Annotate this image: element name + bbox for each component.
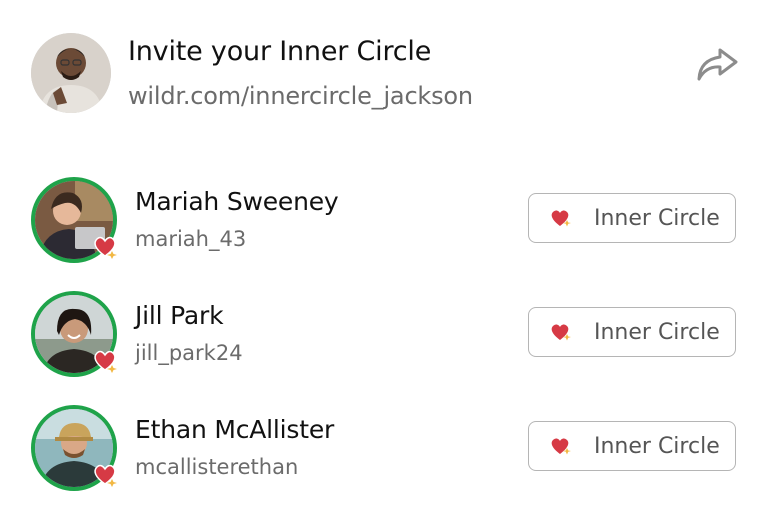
invite-title: Invite your Inner Circle bbox=[128, 36, 432, 67]
heart-sparkle-icon bbox=[551, 210, 571, 227]
member-name: Jill Park bbox=[135, 301, 224, 330]
share-button[interactable] bbox=[692, 42, 742, 86]
member-handle: mcallisterethan bbox=[135, 455, 299, 479]
inner-circle-button[interactable]: Inner Circle bbox=[528, 421, 736, 471]
member-name: Mariah Sweeney bbox=[135, 187, 339, 216]
inner-circle-label: Inner Circle bbox=[594, 319, 720, 345]
heart-sparkle-icon bbox=[551, 438, 571, 455]
member-handle: jill_park24 bbox=[135, 341, 243, 365]
list-item: Ethan McAllister mcallisterethan Inner C… bbox=[0, 405, 780, 505]
heart-sparkle-icon bbox=[551, 324, 571, 341]
invite-header: Invite your Inner Circle wildr.com/inner… bbox=[0, 0, 780, 150]
member-name: Ethan McAllister bbox=[135, 415, 335, 444]
member-avatar-wrap bbox=[31, 177, 117, 263]
member-avatar-wrap bbox=[31, 291, 117, 377]
heart-sparkle-icon bbox=[94, 464, 117, 487]
invite-link[interactable]: wildr.com/innercircle_jackson bbox=[128, 82, 473, 110]
list-item: Mariah Sweeney mariah_43 Inner Circle bbox=[0, 177, 780, 277]
inner-circle-label: Inner Circle bbox=[594, 433, 720, 459]
inner-circle-label: Inner Circle bbox=[594, 205, 720, 231]
list-item: Jill Park jill_park24 Inner Circle bbox=[0, 291, 780, 391]
member-handle: mariah_43 bbox=[135, 227, 247, 251]
inner-circle-button[interactable]: Inner Circle bbox=[528, 307, 736, 357]
member-avatar-wrap bbox=[31, 405, 117, 491]
share-arrow-icon bbox=[697, 48, 738, 81]
inner-circle-button[interactable]: Inner Circle bbox=[528, 193, 736, 243]
heart-sparkle-icon bbox=[94, 236, 117, 259]
heart-sparkle-icon bbox=[94, 350, 117, 373]
profile-avatar bbox=[31, 33, 111, 113]
